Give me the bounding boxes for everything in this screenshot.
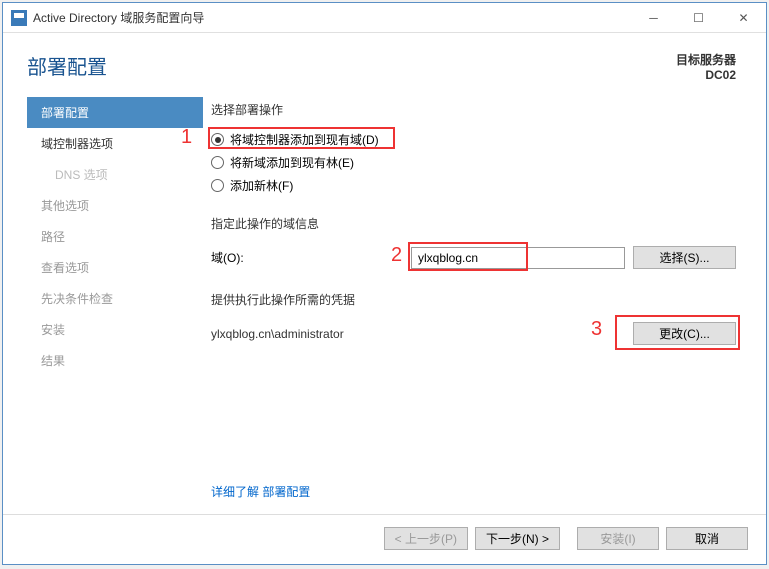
window-title: Active Directory 域服务配置向导 bbox=[33, 9, 631, 26]
previous-button: < 上一步(P) bbox=[384, 527, 468, 550]
radio-add-new-forest[interactable]: 添加新林(F) bbox=[211, 174, 736, 197]
sidebar-item-results: 结果 bbox=[27, 345, 203, 376]
domain-info-label: 指定此操作的域信息 bbox=[211, 215, 736, 232]
window-controls: ─ ☐ ✕ bbox=[631, 3, 766, 32]
server-name: DC02 bbox=[676, 68, 736, 82]
domain-label: 域(O): bbox=[211, 249, 411, 266]
radio-label: 将域控制器添加到现有域(D) bbox=[230, 131, 379, 148]
cancel-button[interactable]: 取消 bbox=[666, 527, 748, 550]
sidebar-item-dns-options: DNS 选项 bbox=[27, 159, 203, 190]
server-label: 目标服务器 bbox=[676, 51, 736, 68]
wizard-window: Active Directory 域服务配置向导 ─ ☐ ✕ 部署配置 目标服务… bbox=[2, 2, 767, 565]
radio-icon bbox=[211, 179, 224, 192]
install-button: 安装(I) bbox=[577, 527, 659, 550]
radio-icon bbox=[211, 133, 224, 146]
content-area: 部署配置 目标服务器 DC02 部署配置 域控制器选项 DNS 选项 其他选项 … bbox=[3, 33, 766, 564]
sidebar: 部署配置 域控制器选项 DNS 选项 其他选项 路径 查看选项 先决条件检查 安… bbox=[3, 97, 203, 514]
radio-icon bbox=[211, 156, 224, 169]
content-panel: 选择部署操作 1 将域控制器添加到现有域(D) 将新域添加到现有林(E) 添加 bbox=[203, 97, 766, 514]
sidebar-item-install: 安装 bbox=[27, 314, 203, 345]
learn-more-link[interactable]: 详细了解 部署配置 bbox=[211, 483, 310, 500]
close-button[interactable]: ✕ bbox=[721, 3, 766, 32]
radio-add-dc-existing-domain[interactable]: 将域控制器添加到现有域(D) bbox=[211, 128, 736, 151]
server-info: 目标服务器 DC02 bbox=[676, 51, 736, 82]
maximize-button[interactable]: ☐ bbox=[676, 3, 721, 32]
app-icon bbox=[11, 10, 27, 26]
credentials-value: ylxqblog.cn\administrator bbox=[211, 327, 633, 341]
sidebar-item-paths: 路径 bbox=[27, 221, 203, 252]
main-row: 部署配置 域控制器选项 DNS 选项 其他选项 路径 查看选项 先决条件检查 安… bbox=[3, 97, 766, 514]
radio-label: 将新域添加到现有林(E) bbox=[230, 154, 354, 171]
change-button[interactable]: 更改(C)... bbox=[633, 322, 736, 345]
minimize-button[interactable]: ─ bbox=[631, 3, 676, 32]
domain-field-row: 2 域(O): 选择(S)... bbox=[211, 246, 736, 269]
credentials-row: 3 ylxqblog.cn\administrator 更改(C)... bbox=[211, 322, 736, 345]
sidebar-item-dc-options[interactable]: 域控制器选项 bbox=[27, 128, 203, 159]
footer: < 上一步(P) 下一步(N) > 安装(I) 取消 bbox=[3, 514, 766, 564]
select-button[interactable]: 选择(S)... bbox=[633, 246, 736, 269]
domain-input[interactable] bbox=[411, 247, 625, 269]
page-title: 部署配置 bbox=[27, 51, 676, 80]
radio-label: 添加新林(F) bbox=[230, 177, 293, 194]
deploy-radio-group: 1 将域控制器添加到现有域(D) 将新域添加到现有林(E) 添加新林(F) bbox=[211, 128, 736, 197]
next-button[interactable]: 下一步(N) > bbox=[475, 527, 560, 550]
sidebar-item-review: 查看选项 bbox=[27, 252, 203, 283]
sidebar-item-other-options: 其他选项 bbox=[27, 190, 203, 221]
header: 部署配置 目标服务器 DC02 bbox=[3, 33, 766, 82]
titlebar: Active Directory 域服务配置向导 ─ ☐ ✕ bbox=[3, 3, 766, 33]
credentials-label: 提供执行此操作所需的凭据 bbox=[211, 291, 736, 308]
deploy-operation-label: 选择部署操作 bbox=[211, 101, 736, 118]
radio-add-domain-existing-forest[interactable]: 将新域添加到现有林(E) bbox=[211, 151, 736, 174]
sidebar-item-prereq: 先决条件检查 bbox=[27, 283, 203, 314]
sidebar-item-deploy-config[interactable]: 部署配置 bbox=[27, 97, 203, 128]
